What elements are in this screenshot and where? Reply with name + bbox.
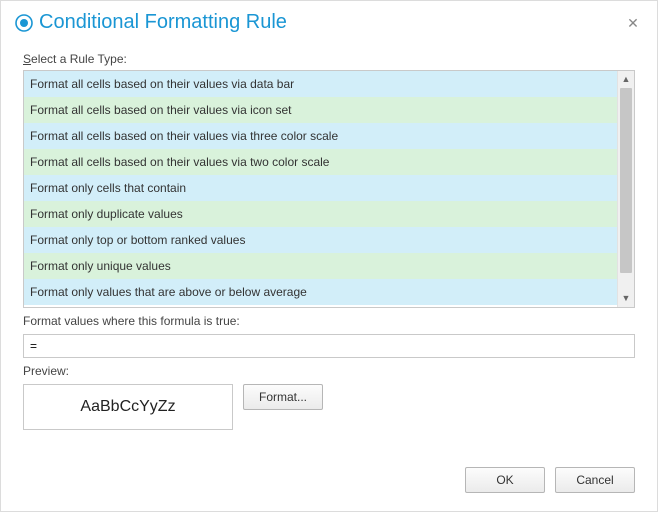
scroll-up-icon[interactable]: ▲ <box>618 71 634 88</box>
formula-input[interactable] <box>23 334 635 358</box>
list-item[interactable]: Format only cells that contain <box>24 175 617 201</box>
ok-button[interactable]: OK <box>465 467 545 493</box>
conditional-formatting-dialog: Conditional Formatting Rule ✕ Select a R… <box>0 0 658 512</box>
scrollbar[interactable]: ▲ ▼ <box>617 71 634 307</box>
list-item[interactable]: Format all cells based on their values v… <box>24 97 617 123</box>
formula-label: Format values where this formula is true… <box>23 314 635 328</box>
format-button[interactable]: Format... <box>243 384 323 410</box>
preview-label: Preview: <box>23 364 635 378</box>
list-item[interactable]: Format only duplicate values <box>24 201 617 227</box>
scroll-down-icon[interactable]: ▼ <box>618 290 634 307</box>
app-icon <box>15 14 33 32</box>
titlebar: Conditional Formatting Rule ✕ <box>1 1 657 40</box>
preview-row: AaBbCcYyZz Format... <box>23 384 635 430</box>
cancel-button[interactable]: Cancel <box>555 467 635 493</box>
close-icon[interactable]: ✕ <box>623 13 643 33</box>
rule-type-listbox: Format all cells based on their values v… <box>23 70 635 308</box>
dialog-content: Select a Rule Type: Format all cells bas… <box>1 40 657 455</box>
list-item[interactable]: Format all cells based on their values v… <box>24 149 617 175</box>
dialog-footer: OK Cancel <box>1 455 657 511</box>
list-item[interactable]: Format all cells based on their values v… <box>24 123 617 149</box>
list-item[interactable]: Format only top or bottom ranked values <box>24 227 617 253</box>
dialog-title: Conditional Formatting Rule <box>39 11 287 34</box>
rule-type-label: Select a Rule Type: <box>23 52 635 66</box>
rule-type-list[interactable]: Format all cells based on their values v… <box>24 71 617 307</box>
preview-sample: AaBbCcYyZz <box>23 384 233 430</box>
list-item[interactable]: Format only unique values <box>24 253 617 279</box>
list-item[interactable]: Format only values that are above or bel… <box>24 279 617 305</box>
list-item[interactable]: Format all cells based on their values v… <box>24 71 617 97</box>
scroll-thumb[interactable] <box>620 88 632 273</box>
